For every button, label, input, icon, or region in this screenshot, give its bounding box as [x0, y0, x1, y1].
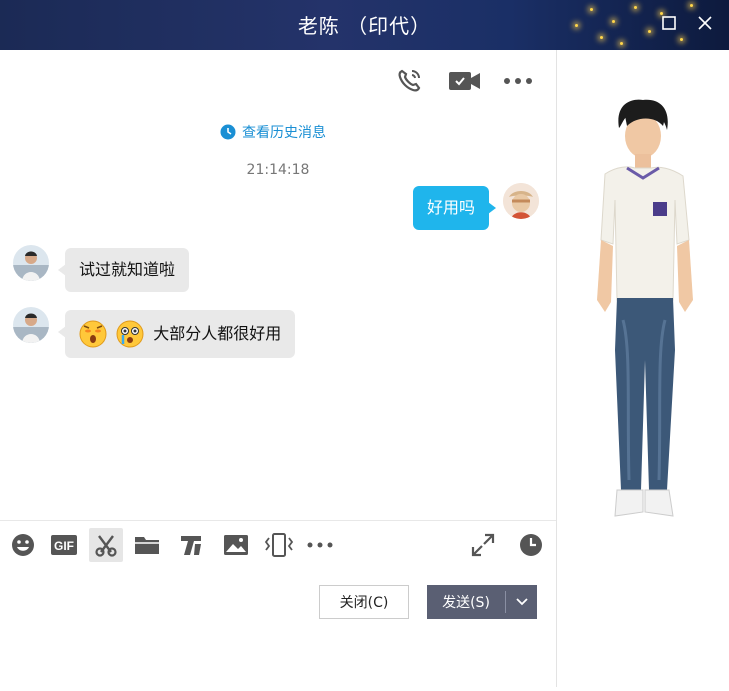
bubble-tail — [58, 264, 66, 276]
message-text: 好用吗 — [426, 198, 475, 217]
phone-call-icon[interactable] — [392, 64, 426, 98]
font-icon[interactable] — [174, 528, 208, 562]
avatar-self[interactable] — [503, 183, 539, 219]
message-bubble-other[interactable]: 大部分人都很好用 — [58, 310, 296, 358]
contact-show-panel — [557, 50, 729, 687]
bubble-tail — [58, 326, 66, 338]
shake-icon[interactable] — [262, 528, 296, 562]
expand-icon[interactable] — [466, 528, 500, 562]
message-bubble-other[interactable]: 试过就知道啦 — [58, 248, 190, 292]
message-text: 大部分人都很好用 — [153, 324, 282, 343]
chevron-down-icon[interactable] — [506, 598, 537, 606]
input-divider — [0, 520, 556, 521]
video-call-icon[interactable] — [448, 64, 482, 98]
bubble-tail — [488, 202, 496, 214]
folder-icon[interactable] — [130, 528, 164, 562]
more-icon[interactable] — [501, 64, 535, 98]
crying-emoji — [116, 320, 144, 348]
chat-panel: 查看历史消息 21:14:18 好用吗 试过就知道啦 大部分人都很好用 GIF — [0, 50, 557, 687]
scissors-icon[interactable] — [89, 528, 123, 562]
image-icon[interactable] — [219, 528, 253, 562]
avatar-other[interactable] — [13, 307, 49, 343]
emoji-icon[interactable] — [6, 528, 40, 562]
message-timestamp: 21:14:18 — [246, 162, 310, 178]
message-bubble-self[interactable]: 好用吗 — [412, 186, 496, 230]
history-link-label: 查看历史消息 — [242, 125, 326, 141]
maximize-icon[interactable] — [658, 14, 680, 36]
send-button[interactable]: 发送(S) — [427, 585, 537, 619]
more-icon[interactable] — [303, 528, 337, 562]
close-button[interactable]: 关闭(C) — [319, 585, 409, 619]
gif-icon[interactable]: GIF — [47, 528, 81, 562]
close-button-label: 关闭(C) — [339, 595, 389, 611]
message-text: 试过就知道啦 — [79, 260, 176, 279]
clock-icon — [220, 124, 236, 140]
clock-icon[interactable] — [514, 528, 548, 562]
window-title: 老陈 （印代） — [297, 14, 432, 38]
svg-text:GIF: GIF — [54, 539, 74, 553]
avatar-figure-image — [597, 99, 693, 517]
history-link[interactable]: 查看历史消息 — [220, 122, 326, 142]
title-bar: 老陈 （印代） — [0, 0, 729, 50]
send-button-label: 发送(S) — [442, 595, 490, 611]
avatar-other[interactable] — [13, 245, 49, 281]
close-icon[interactable] — [694, 14, 716, 36]
shocked-emoji — [79, 320, 107, 348]
